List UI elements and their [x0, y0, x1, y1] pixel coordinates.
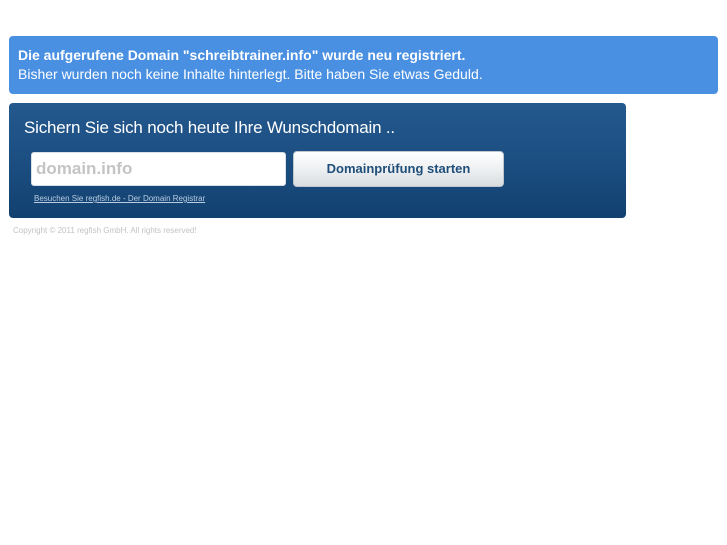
- domain-check-button[interactable]: Domainprüfung starten: [293, 151, 504, 187]
- copyright-text: Copyright © 2011 regfish GmbH. All right…: [13, 226, 197, 235]
- registration-notice: Die aufgerufene Domain "schreibtrainer.i…: [9, 36, 718, 94]
- registrar-link[interactable]: Besuchen Sie regfish.de - Der Domain Reg…: [34, 194, 205, 203]
- notice-text: Bisher wurden noch keine Inhalte hinterl…: [18, 66, 483, 82]
- notice-title: Die aufgerufene Domain "schreibtrainer.i…: [18, 47, 466, 63]
- domain-search-panel: Sichern Sie sich noch heute Ihre Wunschd…: [9, 103, 626, 218]
- domain-search-heading: Sichern Sie sich noch heute Ihre Wunschd…: [24, 118, 395, 137]
- domain-search-input[interactable]: [31, 152, 286, 186]
